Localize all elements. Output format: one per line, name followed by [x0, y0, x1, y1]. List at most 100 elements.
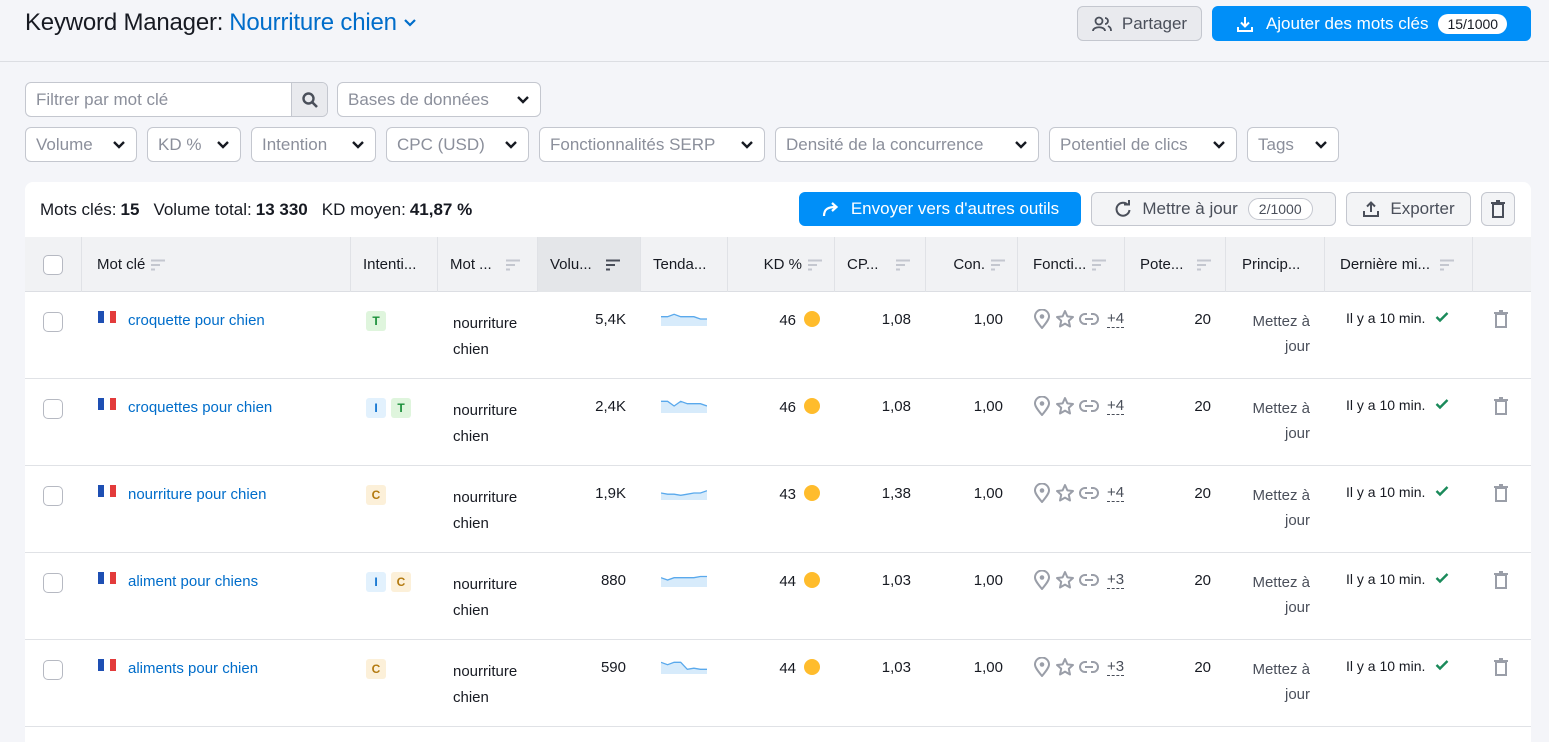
- local-pack-icon: [1033, 483, 1051, 503]
- forward-arrow-icon: [821, 200, 841, 218]
- volume-value: 1,9K: [595, 485, 626, 502]
- project-selector[interactable]: Nourriture chien: [229, 9, 397, 37]
- column-click-potential[interactable]: Pote...: [1125, 237, 1226, 292]
- databases-dropdown[interactable]: Bases de données: [337, 82, 541, 117]
- send-to-tools-button[interactable]: Envoyer vers d'autres outils: [799, 192, 1081, 226]
- kd-filter-dropdown[interactable]: KD %: [147, 127, 241, 162]
- column-trend[interactable]: Tenda...: [641, 237, 728, 292]
- serp-features-filter-dropdown[interactable]: Fonctionnalités SERP: [539, 127, 765, 162]
- keyword-link[interactable]: nourriture pour chien: [128, 486, 266, 503]
- cpc-filter-dropdown[interactable]: CPC (USD): [386, 127, 529, 162]
- principal-line: jour: [1284, 512, 1310, 529]
- filter-label: Intention: [262, 134, 328, 154]
- column-kd[interactable]: KD %: [728, 237, 835, 292]
- table-row: croquette pour chien T nourriture chien …: [25, 292, 1531, 379]
- more-serp-features[interactable]: +4: [1107, 484, 1125, 502]
- row-checkbox[interactable]: [43, 573, 63, 593]
- column-keyword[interactable]: Mot clé: [82, 237, 351, 292]
- keyword-link[interactable]: croquette pour chien: [128, 312, 265, 329]
- column-intent[interactable]: Intenti...: [351, 237, 438, 292]
- principal-line: jour: [1284, 686, 1310, 703]
- delete-row-button[interactable]: [1494, 310, 1508, 332]
- export-button[interactable]: Exporter: [1346, 192, 1471, 226]
- last-update-cell: Il y a 10 min.: [1346, 658, 1449, 674]
- sort-icon: [1197, 259, 1212, 271]
- sort-icon: [505, 259, 520, 271]
- delete-row-button[interactable]: [1494, 484, 1508, 506]
- principal-line: Mettez à: [1252, 313, 1310, 330]
- column-label: Pote...: [1140, 256, 1184, 273]
- click-potential-value: 20: [1194, 398, 1211, 415]
- total-volume-value: 13 330: [255, 200, 308, 219]
- last-update-cell: Il y a 10 min.: [1346, 484, 1449, 500]
- check-icon: [1435, 572, 1449, 584]
- delete-selected-button[interactable]: [1481, 192, 1515, 226]
- principal-update-link[interactable]: Mettez à jour: [1226, 570, 1310, 620]
- principal-update-link[interactable]: Mettez à jour: [1226, 483, 1310, 533]
- delete-row-button[interactable]: [1494, 658, 1508, 680]
- chevron-down-icon: [1014, 140, 1028, 150]
- parent-topic-line: chien: [453, 515, 489, 532]
- keyword-filter-input[interactable]: [26, 83, 291, 116]
- chevron-down-icon[interactable]: [403, 18, 417, 28]
- add-keywords-button[interactable]: Ajouter des mots clés 15/1000: [1212, 6, 1531, 41]
- keyword-link[interactable]: aliments pour chien: [128, 660, 258, 677]
- parent-topic-cell: nourriture chien: [453, 398, 517, 450]
- column-volume[interactable]: Volu...: [538, 237, 641, 292]
- search-button[interactable]: [291, 83, 327, 116]
- principal-update-link[interactable]: Mettez à jour: [1226, 657, 1310, 707]
- competition-value: 1,00: [973, 485, 1003, 502]
- kd-difficulty-dot: [804, 659, 820, 675]
- column-cpc[interactable]: CP...: [835, 237, 926, 292]
- download-icon: [1236, 15, 1254, 33]
- keywords-count-value: 15: [120, 200, 140, 219]
- sitelinks-icon: [1079, 659, 1099, 675]
- trash-icon: [1490, 200, 1506, 218]
- sort-icon: [991, 259, 1005, 271]
- keywords-table-card: Mots clés: 15 Volume total: 13 330 KD moye…: [25, 182, 1531, 742]
- row-checkbox[interactable]: [43, 486, 63, 506]
- check-icon: [1435, 485, 1449, 497]
- more-serp-features[interactable]: +3: [1107, 658, 1125, 676]
- more-serp-features[interactable]: +3: [1107, 571, 1125, 589]
- column-principal[interactable]: Princip...: [1226, 237, 1325, 292]
- intent-badge: T: [391, 398, 411, 418]
- delete-row-button[interactable]: [1494, 571, 1508, 593]
- delete-row-button[interactable]: [1494, 397, 1508, 419]
- click-potential-filter-dropdown[interactable]: Potentiel de clics: [1049, 127, 1237, 162]
- intent-badge: T: [366, 311, 386, 331]
- more-serp-features[interactable]: +4: [1107, 310, 1125, 328]
- column-label: Con.: [953, 256, 985, 273]
- column-last-update[interactable]: Dernière mi...: [1325, 237, 1473, 292]
- column-parent-topic[interactable]: Mot ...: [438, 237, 538, 292]
- update-button[interactable]: Mettre à jour 2/1000: [1091, 192, 1336, 226]
- keyword-link[interactable]: aliment pour chiens: [128, 573, 258, 590]
- databases-label: Bases de données: [348, 89, 489, 109]
- competition-density-filter-dropdown[interactable]: Densité de la concurrence: [775, 127, 1039, 162]
- sitelinks-icon: [1079, 398, 1099, 414]
- volume-filter-dropdown[interactable]: Volume: [25, 127, 137, 162]
- keyword-link[interactable]: croquettes pour chien: [128, 399, 272, 416]
- more-serp-features[interactable]: +4: [1107, 397, 1125, 415]
- row-checkbox[interactable]: [43, 660, 63, 680]
- share-button[interactable]: Partager: [1077, 6, 1202, 41]
- select-all-checkbox[interactable]: [43, 254, 63, 275]
- filter-label: Densité de la concurrence: [786, 134, 984, 154]
- row-checkbox[interactable]: [43, 399, 63, 419]
- refresh-icon: [1114, 200, 1132, 218]
- sort-icon: [896, 259, 911, 271]
- parent-topic-cell: nourriture chien: [453, 311, 517, 363]
- column-label: Foncti...: [1033, 256, 1087, 273]
- column-label: KD %: [763, 256, 802, 273]
- intent-cell: C: [366, 659, 391, 679]
- principal-update-link[interactable]: Mettez à jour: [1226, 396, 1310, 446]
- tags-filter-dropdown[interactable]: Tags: [1247, 127, 1339, 162]
- intent-cell: IT: [366, 398, 416, 418]
- competition-value: 1,00: [973, 659, 1003, 676]
- column-serp-features[interactable]: Foncti...: [1018, 237, 1125, 292]
- kd-value: 46: [779, 399, 796, 416]
- intent-filter-dropdown[interactable]: Intention: [251, 127, 376, 162]
- principal-update-link[interactable]: Mettez à jour: [1226, 309, 1310, 359]
- column-competition[interactable]: Con.: [926, 237, 1018, 292]
- row-checkbox[interactable]: [43, 312, 63, 332]
